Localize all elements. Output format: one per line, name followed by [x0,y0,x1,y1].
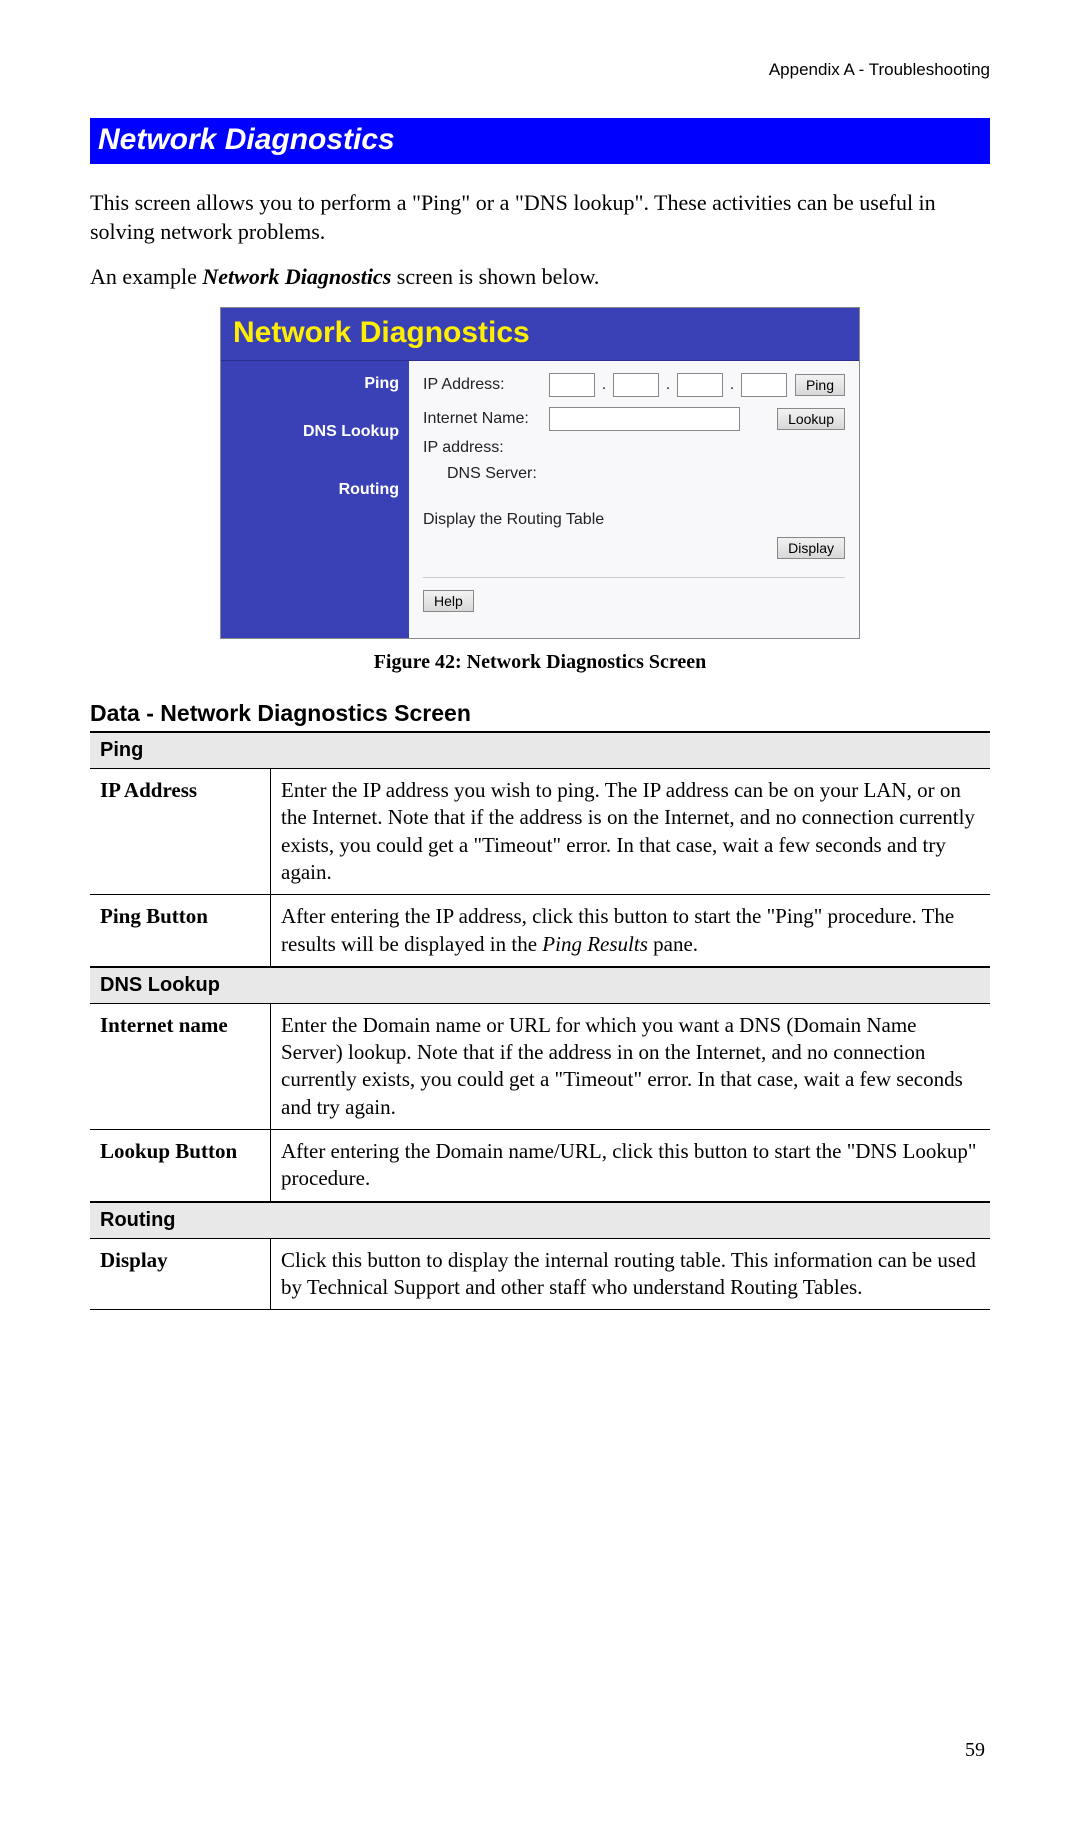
ping-ip-octet-4[interactable] [741,373,787,397]
section-routing: Routing [90,1202,990,1239]
ip-dot-icon: . [601,376,607,394]
intro-paragraph-2: An example Network Diagnostics screen is… [90,262,990,291]
dns-name-input[interactable] [549,407,740,431]
row-ip-address-val: Enter the IP address you wish to ping. T… [271,769,991,895]
divider [423,577,845,578]
breadcrumb: Appendix A - Troubleshooting [90,60,990,80]
intro-p2-post: screen is shown below. [391,264,599,289]
row-display-val: Click this button to display the interna… [271,1238,991,1310]
side-label-dns: DNS Lookup [229,423,399,441]
routing-label: Display the Routing Table [423,511,604,529]
ping-ip-octet-3[interactable] [677,373,723,397]
data-table-heading: Data - Network Diagnostics Screen [90,700,990,727]
intro-p2-pre: An example [90,264,202,289]
dns-ip-label: IP address: [423,439,543,457]
figure-caption: Figure 42: Network Diagnostics Screen [220,651,860,674]
page-number: 59 [965,1739,985,1762]
row-ping-button-key: Ping Button [90,895,271,967]
netdiag-sidebar: Ping DNS Lookup Routing [221,361,409,638]
ping-ip-octet-2[interactable] [613,373,659,397]
netdiag-title: Network Diagnostics [221,308,859,361]
row-ping-button-post: pane. [648,932,698,956]
row-lookup-button-val: After entering the Domain name/URL, clic… [271,1130,991,1202]
intro-p2-em: Network Diagnostics [202,264,391,289]
row-ping-button-em: Ping Results [542,932,648,956]
row-ping-button-val: After entering the IP address, click thi… [271,895,991,967]
ping-ip-octet-1[interactable] [549,373,595,397]
ping-button[interactable]: Ping [795,374,845,396]
row-internet-name-val: Enter the Domain name or URL for which y… [271,1003,991,1129]
lookup-button[interactable]: Lookup [777,408,845,430]
row-lookup-button-key: Lookup Button [90,1130,271,1202]
ip-dot-icon: . [665,376,671,394]
intro-paragraph-1: This screen allows you to perform a "Pin… [90,188,990,246]
ping-ip-label: IP Address: [423,376,543,394]
row-ip-address-key: IP Address [90,769,271,895]
row-internet-name-key: Internet name [90,1003,271,1129]
section-ping: Ping [90,732,990,769]
dns-server-label: DNS Server: [447,465,537,483]
ip-dot-icon: . [729,376,735,394]
display-button[interactable]: Display [777,537,845,559]
section-dns: DNS Lookup [90,967,990,1004]
netdiag-window: Network Diagnostics Ping DNS Lookup Rout… [220,307,860,639]
side-label-routing: Routing [229,481,399,499]
data-table: Ping IP Address Enter the IP address you… [90,731,990,1310]
side-label-ping: Ping [229,375,399,393]
netdiag-main: IP Address: . . . Ping Internet Name: Lo… [409,361,859,638]
section-banner: Network Diagnostics [90,118,990,164]
row-display-key: Display [90,1238,271,1310]
figure-network-diagnostics: Network Diagnostics Ping DNS Lookup Rout… [220,307,860,674]
dns-name-label: Internet Name: [423,410,543,428]
help-button[interactable]: Help [423,590,474,612]
